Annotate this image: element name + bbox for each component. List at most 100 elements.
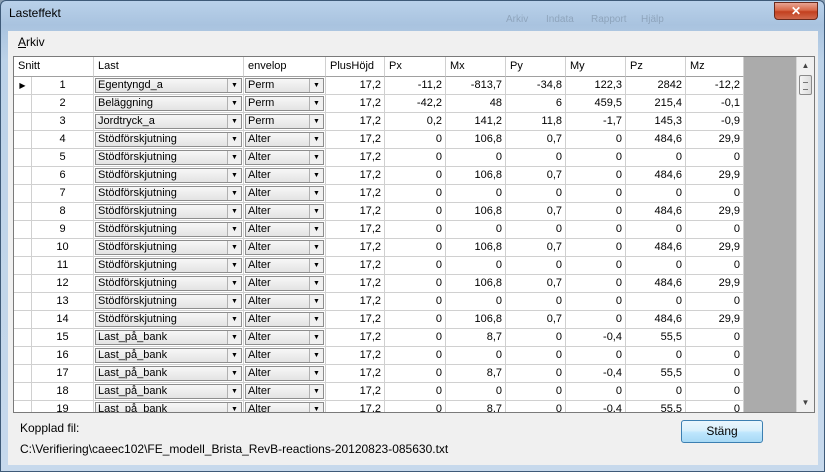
cell-mx[interactable]: 8,7 <box>446 365 506 383</box>
row-selector[interactable] <box>14 203 32 220</box>
chevron-down-icon[interactable]: ▼ <box>227 331 241 344</box>
cell-py[interactable]: 0 <box>506 185 566 203</box>
last-dropdown[interactable]: Beläggning ▼ <box>95 96 242 111</box>
cell-mz[interactable]: 0 <box>686 383 744 401</box>
cell-my[interactable]: 0 <box>566 185 626 203</box>
chevron-down-icon[interactable]: ▼ <box>227 169 241 182</box>
cell-pz[interactable]: 484,6 <box>626 203 686 221</box>
envelop-dropdown[interactable]: Alter ▼ <box>245 348 324 363</box>
cell-py[interactable]: 0 <box>506 149 566 167</box>
row-selector[interactable] <box>14 167 32 184</box>
chevron-down-icon[interactable]: ▼ <box>227 115 241 128</box>
cell-py[interactable]: 0 <box>506 221 566 239</box>
scroll-up-icon[interactable]: ▲ <box>798 58 813 74</box>
last-dropdown[interactable]: Stödförskjutning ▼ <box>95 276 242 291</box>
envelop-dropdown[interactable]: Perm ▼ <box>245 96 324 111</box>
cell-px[interactable]: 0 <box>385 257 446 275</box>
cell-plushojd[interactable]: 17,2 <box>326 221 385 239</box>
cell-mx[interactable]: 106,8 <box>446 239 506 257</box>
cell-px[interactable]: 0 <box>385 185 446 203</box>
chevron-down-icon[interactable]: ▼ <box>227 385 241 398</box>
cell-mz[interactable]: -12,2 <box>686 77 744 95</box>
cell-py[interactable]: 0,7 <box>506 275 566 293</box>
cell-pz[interactable]: 55,5 <box>626 329 686 347</box>
cell-my[interactable]: 122,3 <box>566 77 626 95</box>
row-selector[interactable] <box>14 329 32 346</box>
chevron-down-icon[interactable]: ▼ <box>309 385 323 398</box>
cell-plushojd[interactable]: 17,2 <box>326 131 385 149</box>
cell-plushojd[interactable]: 17,2 <box>326 401 385 412</box>
row-selector[interactable] <box>14 365 32 382</box>
cell-mz[interactable]: 29,9 <box>686 275 744 293</box>
cell-py[interactable]: 0 <box>506 329 566 347</box>
envelop-dropdown[interactable]: Alter ▼ <box>245 168 324 183</box>
cell-mx[interactable]: 106,8 <box>446 203 506 221</box>
cell-pz[interactable]: 484,6 <box>626 311 686 329</box>
cell-plushojd[interactable]: 17,2 <box>326 113 385 131</box>
column-header-envelop[interactable]: envelop <box>244 57 326 77</box>
row-selector[interactable] <box>14 185 32 202</box>
cell-plushojd[interactable]: 17,2 <box>326 239 385 257</box>
cell-py[interactable]: -34,8 <box>506 77 566 95</box>
last-dropdown[interactable]: Stödförskjutning ▼ <box>95 294 242 309</box>
cell-mz[interactable]: 29,9 <box>686 311 744 329</box>
column-header-plushojd[interactable]: PlusHöjd <box>326 57 385 77</box>
chevron-down-icon[interactable]: ▼ <box>309 169 323 182</box>
close-window-button[interactable]: ✕ <box>774 2 818 20</box>
chevron-down-icon[interactable]: ▼ <box>309 79 323 92</box>
chevron-down-icon[interactable]: ▼ <box>309 295 323 308</box>
last-dropdown[interactable]: Stödförskjutning ▼ <box>95 312 242 327</box>
cell-plushojd[interactable]: 17,2 <box>326 167 385 185</box>
chevron-down-icon[interactable]: ▼ <box>309 97 323 110</box>
row-selector[interactable] <box>14 275 32 292</box>
envelop-dropdown[interactable]: Alter ▼ <box>245 150 324 165</box>
cell-plushojd[interactable]: 17,2 <box>326 257 385 275</box>
cell-mx[interactable]: 0 <box>446 221 506 239</box>
cell-my[interactable]: 459,5 <box>566 95 626 113</box>
last-dropdown[interactable]: Jordtryck_a ▼ <box>95 114 242 129</box>
cell-pz[interactable]: 2842 <box>626 77 686 95</box>
chevron-down-icon[interactable]: ▼ <box>309 187 323 200</box>
cell-px[interactable]: 0 <box>385 221 446 239</box>
last-dropdown[interactable]: Stödförskjutning ▼ <box>95 204 242 219</box>
cell-px[interactable]: 0 <box>385 131 446 149</box>
column-header-mz[interactable]: Mz <box>686 57 744 77</box>
column-header-py[interactable]: Py <box>506 57 566 77</box>
cell-py[interactable]: 6 <box>506 95 566 113</box>
cell-mx[interactable]: 48 <box>446 95 506 113</box>
envelop-dropdown[interactable]: Alter ▼ <box>245 240 324 255</box>
cell-mz[interactable]: 29,9 <box>686 167 744 185</box>
last-dropdown[interactable]: Last_på_bank ▼ <box>95 348 242 363</box>
row-selector[interactable] <box>14 221 32 238</box>
cell-px[interactable]: 0 <box>385 149 446 167</box>
cell-mx[interactable]: -813,7 <box>446 77 506 95</box>
chevron-down-icon[interactable]: ▼ <box>309 241 323 254</box>
cell-pz[interactable]: 55,5 <box>626 401 686 412</box>
chevron-down-icon[interactable]: ▼ <box>227 295 241 308</box>
cell-my[interactable]: 0 <box>566 239 626 257</box>
chevron-down-icon[interactable]: ▼ <box>227 349 241 362</box>
cell-px[interactable]: 0 <box>385 275 446 293</box>
cell-mx[interactable]: 141,2 <box>446 113 506 131</box>
chevron-down-icon[interactable]: ▼ <box>227 187 241 200</box>
last-dropdown[interactable]: Stödförskjutning ▼ <box>95 258 242 273</box>
menu-arkiv[interactable]: Arkiv <box>18 35 45 49</box>
chevron-down-icon[interactable]: ▼ <box>227 259 241 272</box>
title-bar[interactable]: Lasteffekt Arkiv Indata Rapport Hjälp ✕ <box>1 1 824 25</box>
envelop-dropdown[interactable]: Alter ▼ <box>245 312 324 327</box>
last-dropdown[interactable]: Stödförskjutning ▼ <box>95 222 242 237</box>
cell-px[interactable]: 0 <box>385 401 446 412</box>
envelop-dropdown[interactable]: Perm ▼ <box>245 78 324 93</box>
last-dropdown[interactable]: Stödförskjutning ▼ <box>95 150 242 165</box>
cell-my[interactable]: 0 <box>566 383 626 401</box>
cell-mx[interactable]: 8,7 <box>446 329 506 347</box>
chevron-down-icon[interactable]: ▼ <box>309 403 323 412</box>
row-selector[interactable]: ▶ <box>14 77 32 94</box>
last-dropdown[interactable]: Last_på_bank ▼ <box>95 384 242 399</box>
cell-my[interactable]: 0 <box>566 131 626 149</box>
envelop-dropdown[interactable]: Alter ▼ <box>245 186 324 201</box>
row-selector[interactable] <box>14 311 32 328</box>
cell-mz[interactable]: 29,9 <box>686 239 744 257</box>
cell-plushojd[interactable]: 17,2 <box>326 203 385 221</box>
cell-pz[interactable]: 0 <box>626 185 686 203</box>
